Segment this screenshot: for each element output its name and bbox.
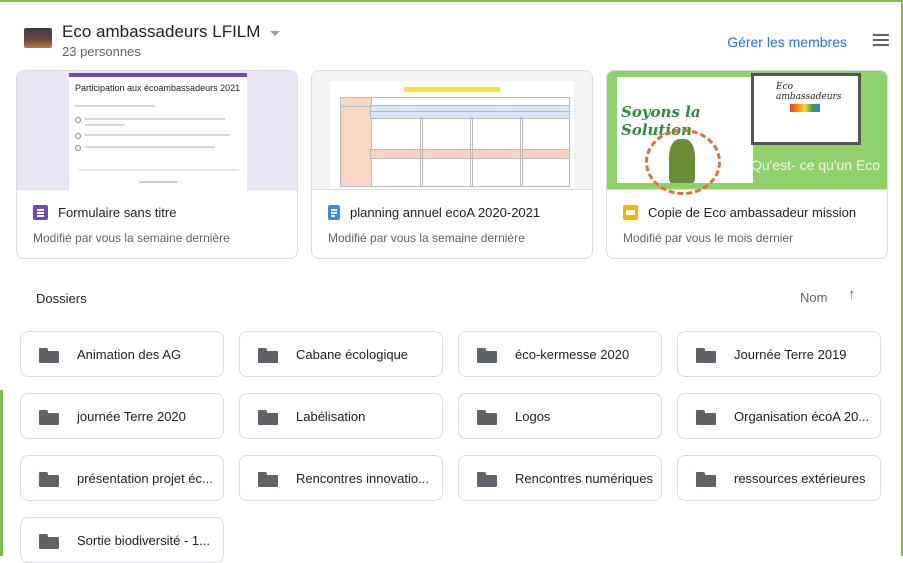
form-preview: Participation aux écoambassadeurs 2021 (17, 71, 297, 193)
group-title-button[interactable]: Eco ambassadeurs LFILM (62, 22, 281, 42)
docs-icon (328, 205, 340, 220)
folder-item[interactable]: journée Terre 2020 (20, 393, 224, 439)
folder-item[interactable]: Rencontres innovatio... (239, 455, 443, 501)
folder-label: Animation des AG (77, 347, 182, 362)
folder-icon (258, 348, 278, 363)
folder-icon (696, 472, 716, 487)
folder-label: Logos (515, 409, 551, 424)
folder-item[interactable]: présentation projet éc... (20, 455, 224, 501)
folder-icon (39, 472, 59, 487)
file-card-slides[interactable]: Soyons la Solution Eco ambassadeurs Qu'e… (606, 70, 888, 259)
frame-border-left (0, 390, 3, 556)
folder-label: Sortie biodiversité - 1... (77, 533, 210, 548)
frame-border-top (0, 0, 903, 2)
folder-icon (39, 348, 59, 363)
slide-preview-question: Qu'est- ce qu'un Eco (751, 157, 881, 173)
card-title-row: Copie de Eco ambassadeur mission (623, 205, 856, 220)
card-title: Copie de Eco ambassadeur mission (648, 205, 857, 220)
folder-item[interactable]: Sortie biodiversité - 1... (20, 517, 224, 563)
card-title-row: planning annuel ecoA 2020-2021 (328, 205, 540, 220)
app-frame: Eco ambassadeurs LFILM 23 personnes Gére… (0, 0, 903, 563)
folder-item[interactable]: Organisation écoA 20... (677, 393, 881, 439)
member-count: 23 personnes (62, 44, 141, 59)
card-modified: Modifié par vous la semaine dernière (33, 231, 230, 245)
folder-icon (258, 410, 278, 425)
card-modified: Modifié par vous la semaine dernière (328, 231, 525, 245)
folder-item[interactable]: Animation des AG (20, 331, 224, 377)
folder-label: Journée Terre 2019 (734, 347, 847, 362)
folder-label: éco-kermesse 2020 (515, 347, 630, 362)
folder-icon (696, 410, 716, 425)
folder-label: Organisation écoA 20... (734, 409, 870, 424)
folder-icon (477, 410, 497, 425)
card-title-row: Formulaire sans titre (33, 205, 176, 220)
sort-by-name-button[interactable]: Nom (800, 290, 827, 305)
folder-label: journée Terre 2020 (77, 409, 186, 424)
folder-item[interactable]: Rencontres numériques (458, 455, 662, 501)
form-preview-title: Participation aux écoambassadeurs 2021 (75, 83, 241, 93)
folder-icon (477, 472, 497, 487)
slide-preview-logo: Eco ambassadeurs (776, 82, 842, 102)
folder-icon (39, 410, 59, 425)
doc-preview (312, 71, 592, 190)
folder-icon (477, 348, 497, 363)
folder-item[interactable]: ressources extérieures (677, 455, 881, 501)
folder-item[interactable]: Cabane écologique (239, 331, 443, 377)
folder-item[interactable]: Logos (458, 393, 662, 439)
folder-icon (39, 534, 59, 549)
list-view-icon[interactable] (873, 34, 889, 48)
folder-label: Cabane écologique (296, 347, 409, 362)
folder-icon (258, 472, 278, 487)
folder-label: présentation projet éc... (77, 471, 213, 486)
forms-icon (33, 205, 48, 220)
folder-label: Rencontres numériques (515, 471, 654, 486)
folder-item[interactable]: éco-kermesse 2020 (458, 331, 662, 377)
group-avatar (24, 28, 52, 48)
folder-item[interactable]: Labélisation (239, 393, 443, 439)
folder-icon (696, 348, 716, 363)
card-title: planning annuel ecoA 2020-2021 (350, 205, 541, 220)
card-title: Formulaire sans titre (58, 205, 177, 220)
folder-label: ressources extérieures (734, 471, 866, 486)
arrow-up-icon[interactable]: ↑ (848, 286, 856, 303)
folder-item[interactable]: Journée Terre 2019 (677, 331, 881, 377)
folders-heading: Dossiers (36, 291, 87, 306)
folder-label: Rencontres innovatio... (296, 471, 429, 486)
file-card-form[interactable]: Participation aux écoambassadeurs 2021 F… (16, 70, 298, 259)
chevron-down-icon (270, 30, 281, 36)
file-card-doc[interactable]: planning annuel ecoA 2020-2021 Modifié p… (311, 70, 593, 259)
group-title: Eco ambassadeurs LFILM (62, 22, 261, 41)
group-header: Eco ambassadeurs LFILM 23 personnes Gére… (20, 22, 895, 62)
slides-preview: Soyons la Solution Eco ambassadeurs Qu'e… (607, 71, 887, 195)
manage-members-link[interactable]: Gérer les membres (727, 34, 847, 50)
card-modified: Modifié par vous le mois dernier (623, 231, 794, 245)
slides-icon (623, 205, 638, 220)
folder-label: Labélisation (296, 409, 366, 424)
